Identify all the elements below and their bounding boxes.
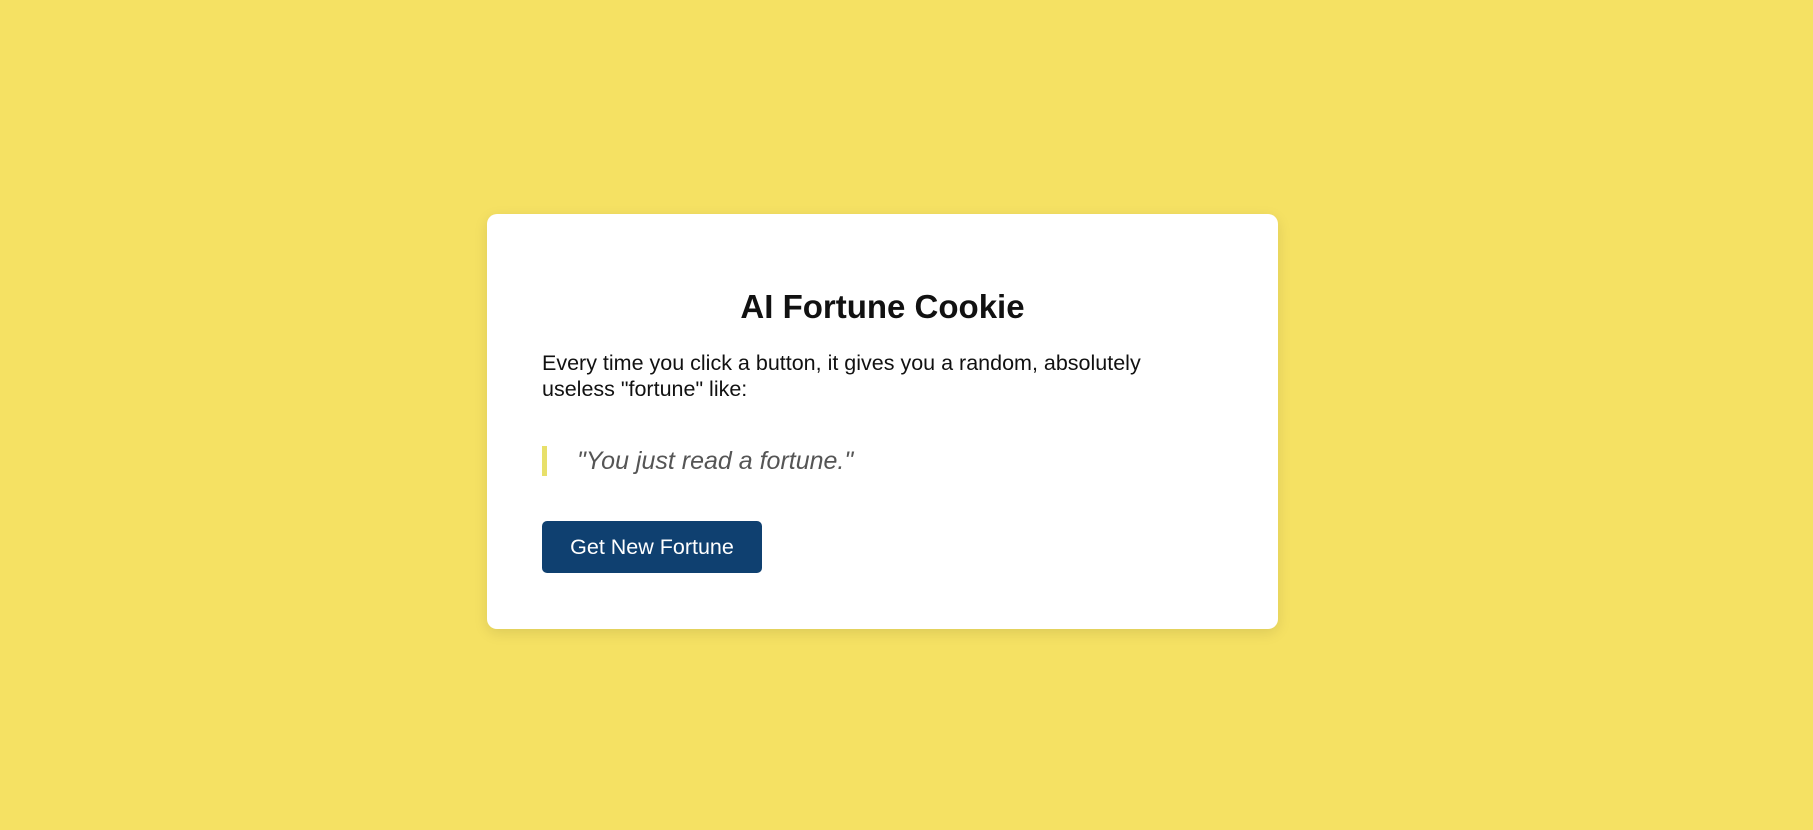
- fortune-quote: "You just read a fortune.": [542, 446, 853, 476]
- fortune-card: AI Fortune Cookie Every time you click a…: [487, 214, 1278, 629]
- page-title: AI Fortune Cookie: [740, 288, 1025, 325]
- get-new-fortune-button[interactable]: Get New Fortune: [542, 521, 762, 573]
- description-text: Every time you click a button, it gives …: [542, 351, 1141, 401]
